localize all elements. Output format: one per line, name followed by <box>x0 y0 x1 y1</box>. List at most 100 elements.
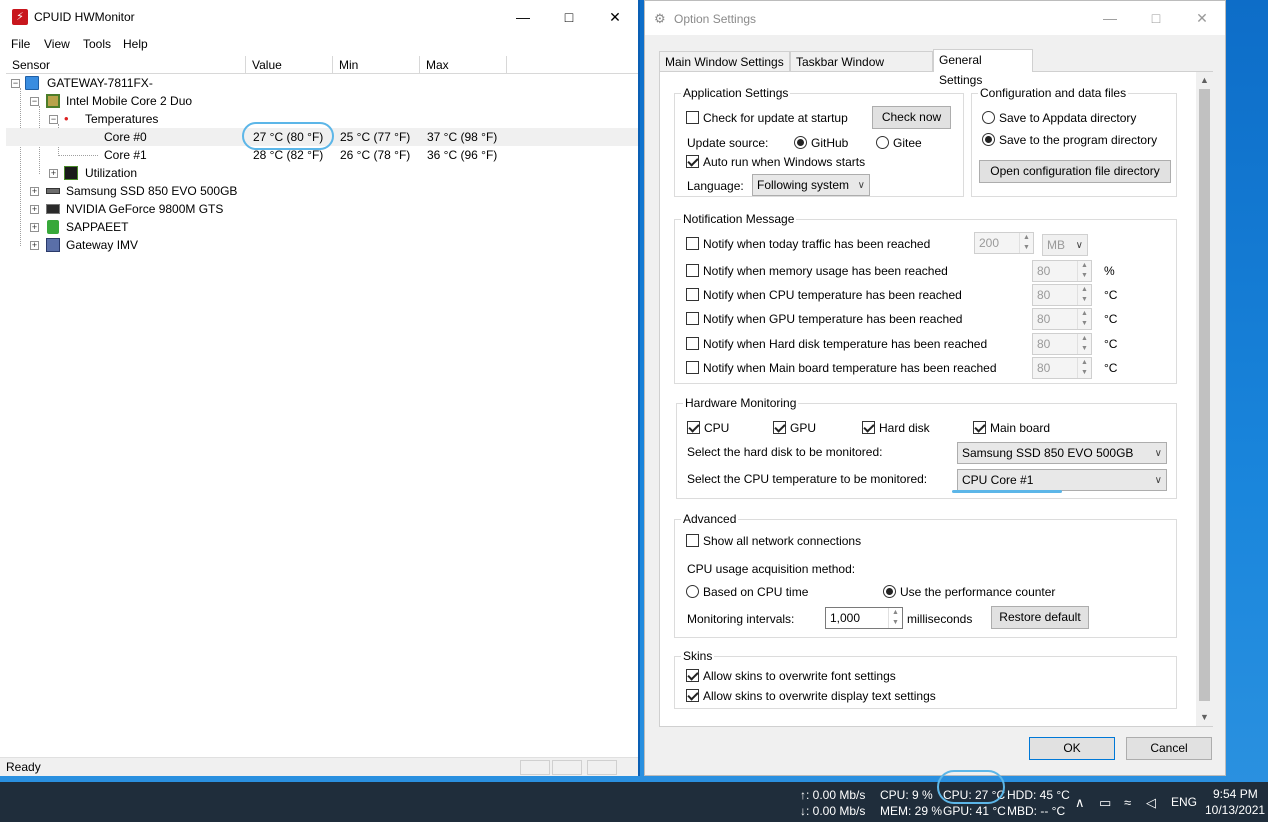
hdd-select[interactable]: Samsung SSD 850 EVO 500GB ∨ <box>957 442 1167 464</box>
speaker-icon[interactable]: ◁ <box>1146 795 1156 811</box>
hdd-threshold: 80 <box>1037 337 1051 351</box>
tree-row-sappaeet[interactable]: + SAPPAEET <box>6 218 638 236</box>
interval-spinner[interactable]: 1,000 ▲ ▼ <box>825 607 903 629</box>
hw-hdd-checkbox[interactable] <box>862 421 875 434</box>
cancel-button[interactable]: Cancel <box>1126 737 1212 760</box>
spinner-arrows-icon[interactable]: ▲ ▼ <box>1077 261 1091 281</box>
expand-icon[interactable]: + <box>30 187 39 196</box>
scroll-up-icon[interactable]: ▲ <box>1196 72 1213 89</box>
select-hdd-label: Select the hard disk to be monitored: <box>687 445 883 459</box>
auto-run-checkbox[interactable] <box>686 155 699 168</box>
spinner-arrows-icon[interactable]: ▲ ▼ <box>1077 309 1091 329</box>
cpu-temp-select[interactable]: CPU Core #1 ∨ <box>957 469 1167 491</box>
spinner-arrows-icon[interactable]: ▲ ▼ <box>1019 233 1033 253</box>
chevron-up-icon[interactable]: ∧ <box>1075 795 1085 811</box>
notify-traffic-checkbox[interactable] <box>686 237 699 250</box>
appdata-radio[interactable] <box>982 111 995 124</box>
program-dir-radio[interactable] <box>982 133 995 146</box>
memory-spinner[interactable]: 80 ▲ ▼ <box>1032 260 1092 282</box>
close-icon[interactable]: ✕ <box>1179 1 1225 35</box>
gpu-temp-spinner[interactable]: 80 ▲ ▼ <box>1032 308 1092 330</box>
mainboard-temp-spinner[interactable]: 80 ▲ ▼ <box>1032 357 1092 379</box>
show-all-connections-checkbox[interactable] <box>686 534 699 547</box>
maximize-icon[interactable]: □ <box>546 0 592 34</box>
column-sensor[interactable]: Sensor <box>6 56 246 74</box>
expand-icon[interactable]: + <box>30 223 39 232</box>
skin-display-checkbox[interactable] <box>686 689 699 702</box>
gitee-radio[interactable] <box>876 136 889 149</box>
expand-icon[interactable]: + <box>49 169 58 178</box>
traffic-spinner[interactable]: 200 ▲ ▼ <box>974 232 1034 254</box>
tab-taskbar-window[interactable]: Taskbar Window Settings <box>790 51 933 89</box>
collapse-icon[interactable]: − <box>11 79 20 88</box>
notify-hdd-checkbox[interactable] <box>686 337 699 350</box>
chevron-down-icon: ∨ <box>1154 475 1162 486</box>
program-dir-label: Save to the program directory <box>999 133 1158 147</box>
perf-counter-label: Use the performance counter <box>900 585 1056 599</box>
vertical-scrollbar[interactable]: ▲ ▼ <box>1196 72 1213 726</box>
expand-icon[interactable]: + <box>30 205 39 214</box>
maximize-icon[interactable]: □ <box>1133 1 1179 35</box>
clock-time[interactable]: 9:54 PM <box>1213 787 1258 801</box>
spinner-arrows-icon[interactable]: ▲ ▼ <box>888 608 902 628</box>
tree-row-utilization[interactable]: + Utilization <box>6 164 638 182</box>
clock-date[interactable]: 10/13/2021 <box>1205 803 1265 817</box>
notify-cpu-checkbox[interactable] <box>686 288 699 301</box>
cpu-time-radio[interactable] <box>686 585 699 598</box>
minimize-icon[interactable]: — <box>1087 1 1133 35</box>
skin-font-checkbox[interactable] <box>686 669 699 682</box>
battery-icon[interactable]: ▭ <box>1099 795 1111 811</box>
notify-mainboard-checkbox[interactable] <box>686 361 699 374</box>
wifi-icon[interactable]: ≈ <box>1124 795 1131 810</box>
column-header: Sensor Value Min Max <box>6 56 638 74</box>
open-config-dir-button[interactable]: Open configuration file directory <box>979 160 1171 183</box>
tree-row-ssd[interactable]: + Samsung SSD 850 EVO 500GB <box>6 182 638 200</box>
traffic-unit-select[interactable]: MB ∨ <box>1042 234 1088 256</box>
scroll-down-icon[interactable]: ▼ <box>1196 709 1213 726</box>
hw-mainboard-checkbox[interactable] <box>973 421 986 434</box>
spinner-arrows-icon[interactable]: ▲ ▼ <box>1077 358 1091 378</box>
language-select[interactable]: Following system ∨ <box>752 174 870 196</box>
tree-row-imv[interactable]: + Gateway IMV <box>6 236 638 254</box>
notify-gpu-checkbox[interactable] <box>686 312 699 325</box>
celsius-unit: °C <box>1104 288 1118 302</box>
restore-default-button[interactable]: Restore default <box>991 606 1089 629</box>
tab-general[interactable]: General Settings <box>933 49 1033 87</box>
spinner-arrows-icon[interactable]: ▲ ▼ <box>1077 285 1091 305</box>
column-min[interactable]: Min <box>333 56 420 74</box>
close-icon[interactable]: ✕ <box>592 0 638 34</box>
tab-main-window[interactable]: Main Window Settings <box>659 51 790 72</box>
menu-help[interactable]: Help <box>123 37 148 51</box>
menu-file[interactable]: File <box>11 37 30 51</box>
celsius-unit: °C <box>1104 361 1118 375</box>
options-titlebar[interactable]: ⚙ Option Settings — □ ✕ <box>645 1 1225 35</box>
notify-memory-checkbox[interactable] <box>686 264 699 277</box>
group-title: Hardware Monitoring <box>683 396 799 410</box>
hw-gpu-checkbox[interactable] <box>773 421 786 434</box>
menu-tools[interactable]: Tools <box>83 37 111 51</box>
hdd-temp-spinner[interactable]: 80 ▲ ▼ <box>1032 333 1092 355</box>
cpu-threshold: 80 <box>1037 288 1051 302</box>
check-update-checkbox[interactable] <box>686 111 699 124</box>
status-pane <box>552 760 582 775</box>
github-radio[interactable] <box>794 136 807 149</box>
minimize-icon[interactable]: — <box>500 0 546 34</box>
column-max[interactable]: Max <box>420 56 507 74</box>
expand-icon[interactable]: + <box>30 241 39 250</box>
collapse-icon[interactable]: − <box>30 97 39 106</box>
spinner-arrows-icon[interactable]: ▲ ▼ <box>1077 334 1091 354</box>
tree-row-cpu[interactable]: − Intel Mobile Core 2 Duo <box>6 92 638 110</box>
language-indicator[interactable]: ENG <box>1171 795 1197 809</box>
cpu-temp-spinner[interactable]: 80 ▲ ▼ <box>1032 284 1092 306</box>
check-now-button[interactable]: Check now <box>872 106 951 129</box>
tree-row-gpu[interactable]: + NVIDIA GeForce 9800M GTS <box>6 200 638 218</box>
tree-row-root[interactable]: − GATEWAY-7811FX- <box>6 74 638 92</box>
scroll-thumb[interactable] <box>1199 89 1210 701</box>
perf-counter-radio[interactable] <box>883 585 896 598</box>
collapse-icon[interactable]: − <box>49 115 58 124</box>
hwmonitor-titlebar[interactable]: ⚡ CPUID HWMonitor — □ ✕ <box>0 0 638 34</box>
ok-button[interactable]: OK <box>1029 737 1115 760</box>
menu-view[interactable]: View <box>44 37 70 51</box>
column-value[interactable]: Value <box>246 56 333 74</box>
hw-cpu-checkbox[interactable] <box>687 421 700 434</box>
